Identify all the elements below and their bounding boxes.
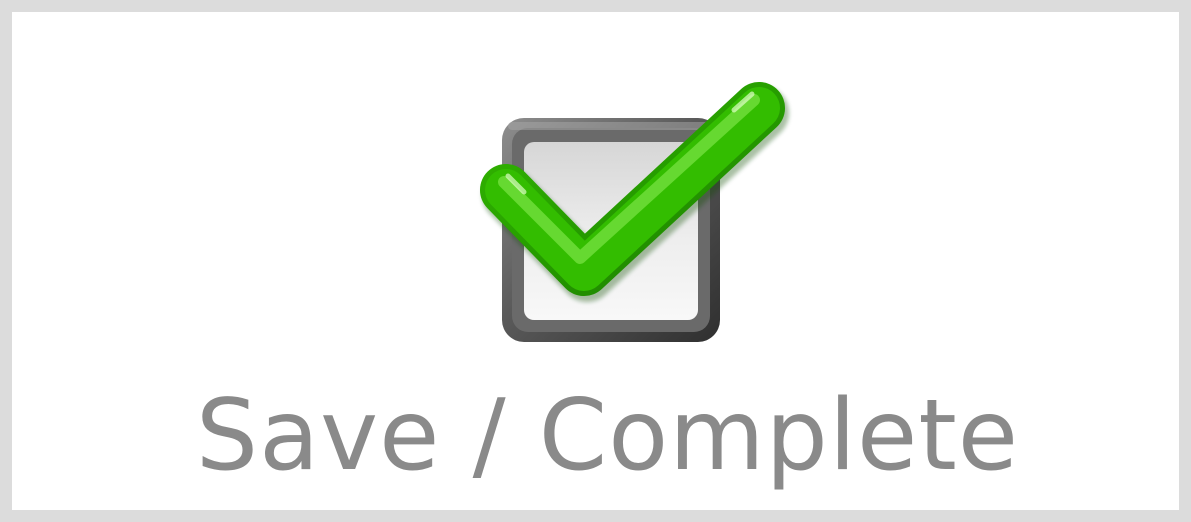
checkbox-checked-icon bbox=[464, 64, 814, 354]
save-complete-panel: Save / Complete bbox=[0, 0, 1191, 522]
save-complete-label: Save / Complete bbox=[195, 379, 1020, 493]
save-complete-button[interactable]: Save / Complete bbox=[24, 24, 1191, 522]
